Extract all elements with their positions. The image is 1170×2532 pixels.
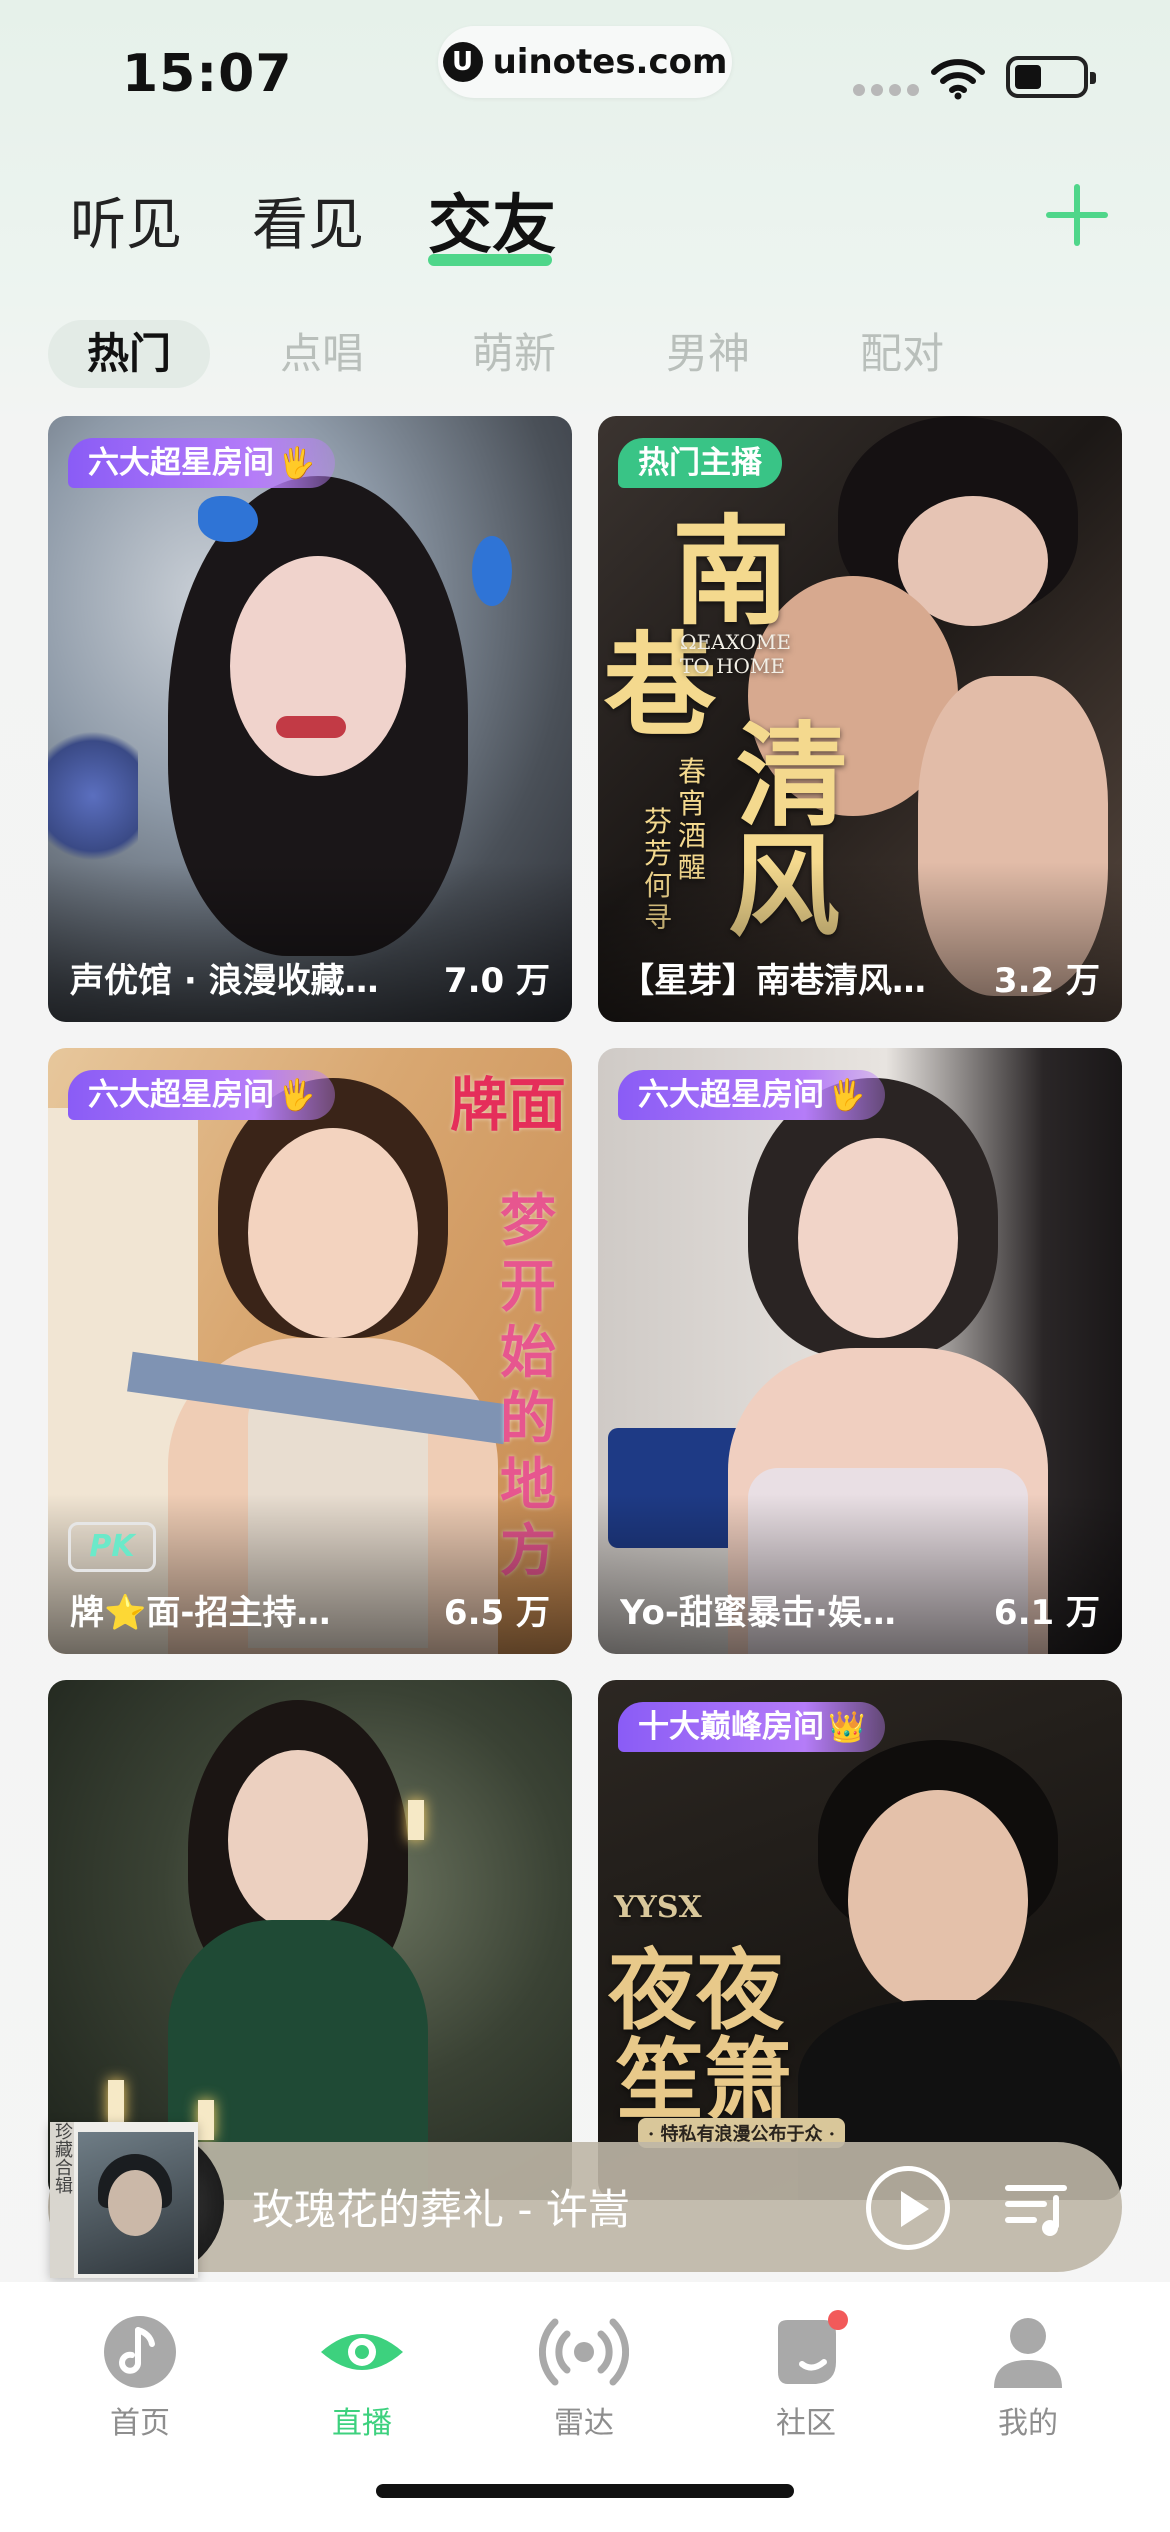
- wifi-icon: [931, 59, 985, 100]
- room-viewer-count: 6.1 万: [993, 1593, 1100, 1633]
- nav-label: 社区: [776, 2406, 836, 2441]
- notification-dot: [828, 2310, 848, 2330]
- hand-wave-icon: 🖐: [828, 1078, 866, 1113]
- nav-community[interactable]: 社区: [736, 2310, 876, 2442]
- profile-icon: [990, 2314, 1066, 2390]
- room-viewer-count: 6.5 万: [443, 1593, 550, 1633]
- nav-home[interactable]: 首页: [70, 2314, 210, 2442]
- hand-wave-icon: 🖐: [278, 1078, 316, 1113]
- room-card[interactable]: 六大超星房间 🖐 声优馆 · 浪漫收藏… 7.0 万: [48, 416, 572, 1022]
- room-title: 【星芽】南巷清风…: [620, 961, 926, 1001]
- subtab-match[interactable]: 配对: [860, 320, 944, 388]
- subtab-song-request[interactable]: 点唱: [280, 320, 364, 388]
- subtab-hot[interactable]: 热门: [48, 320, 210, 388]
- album-art: [78, 2132, 194, 2274]
- nav-live[interactable]: 直播: [292, 2314, 432, 2442]
- room-badge: 热门主播: [618, 438, 782, 488]
- playlist-icon[interactable]: [1004, 2180, 1068, 2238]
- home-indicator[interactable]: [376, 2484, 794, 2498]
- room-card[interactable]: 六大超星房间 🖐 Yo-甜蜜暴击·娱… 6.1 万: [598, 1048, 1122, 1654]
- now-playing-title: 玫瑰花的葬礼 - 许嵩: [252, 2185, 630, 2234]
- tab-listen[interactable]: 听见: [70, 180, 182, 261]
- hand-wave-icon: 🖐: [278, 446, 316, 481]
- nav-profile[interactable]: 我的: [958, 2314, 1098, 2442]
- battery-icon: [1006, 56, 1096, 98]
- nav-label: 雷达: [554, 2406, 614, 2441]
- play-button[interactable]: [866, 2166, 950, 2250]
- room-card[interactable]: YYSX 夜夜 笙箫 · 特私有浪漫公布于众 · 十大巅峰房间 👑: [598, 1680, 1122, 2200]
- tab-social[interactable]: 交友: [428, 174, 556, 266]
- crown-icon: 👑: [828, 1710, 866, 1745]
- room-title: 声优馆 · 浪漫收藏…: [70, 961, 379, 1001]
- status-time: 15:07: [122, 44, 293, 104]
- room-title: Yo-甜蜜暴击·娱…: [620, 1593, 896, 1633]
- subtab-newcomer[interactable]: 萌新: [472, 320, 556, 388]
- status-bar: 15:07 U uinotes.com: [0, 0, 1170, 140]
- music-note-icon: [102, 2314, 178, 2390]
- room-viewer-count: 7.0 万: [443, 961, 550, 1001]
- room-card[interactable]: 南 巷 清 风 ΩEAXOME TO HOME 春宵酒醒 芬芳何寻 热门主播 【…: [598, 416, 1122, 1022]
- room-badge: 六大超星房间 🖐: [68, 1070, 336, 1120]
- room-badge: 十大巅峰房间 👑: [618, 1702, 886, 1752]
- nav-label: 首页: [110, 2406, 170, 2441]
- room-badge: 六大超星房间 🖐: [68, 438, 336, 488]
- site-logo-icon: U: [442, 42, 483, 82]
- url-pill[interactable]: U uinotes.com: [438, 26, 732, 98]
- subtab-male-idol[interactable]: 男神: [666, 320, 750, 388]
- nav-label: 我的: [998, 2406, 1058, 2441]
- album-spine-text: 珍藏合辑: [50, 2122, 74, 2278]
- poster-subtitle: ΩEAXOME TO HOME: [680, 630, 791, 678]
- eye-icon: [321, 2314, 403, 2390]
- room-title: 牌⭐面-招主持…: [70, 1593, 331, 1633]
- add-button[interactable]: [1046, 184, 1108, 246]
- radar-icon: [538, 2314, 630, 2390]
- room-card[interactable]: 牌面 梦开始的地方 六大超星房间🖐 PK 牌⭐面-招主持… 6.5 万: [48, 1048, 572, 1654]
- nav-label: 直播: [332, 2406, 392, 2441]
- url-text: uinotes.com: [492, 42, 728, 82]
- tab-watch[interactable]: 看见: [252, 180, 364, 261]
- poster-side-title: 牌面: [449, 1071, 566, 1139]
- nav-radar[interactable]: 雷达: [514, 2314, 654, 2442]
- cellular-signal-icon: [853, 84, 919, 96]
- active-tab-indicator: [428, 254, 552, 266]
- community-icon: [768, 2310, 848, 2390]
- room-badge: 六大超星房间 🖐: [618, 1070, 886, 1120]
- room-viewer-count: 3.2 万: [993, 961, 1100, 1001]
- pk-badge: PK: [68, 1522, 156, 1572]
